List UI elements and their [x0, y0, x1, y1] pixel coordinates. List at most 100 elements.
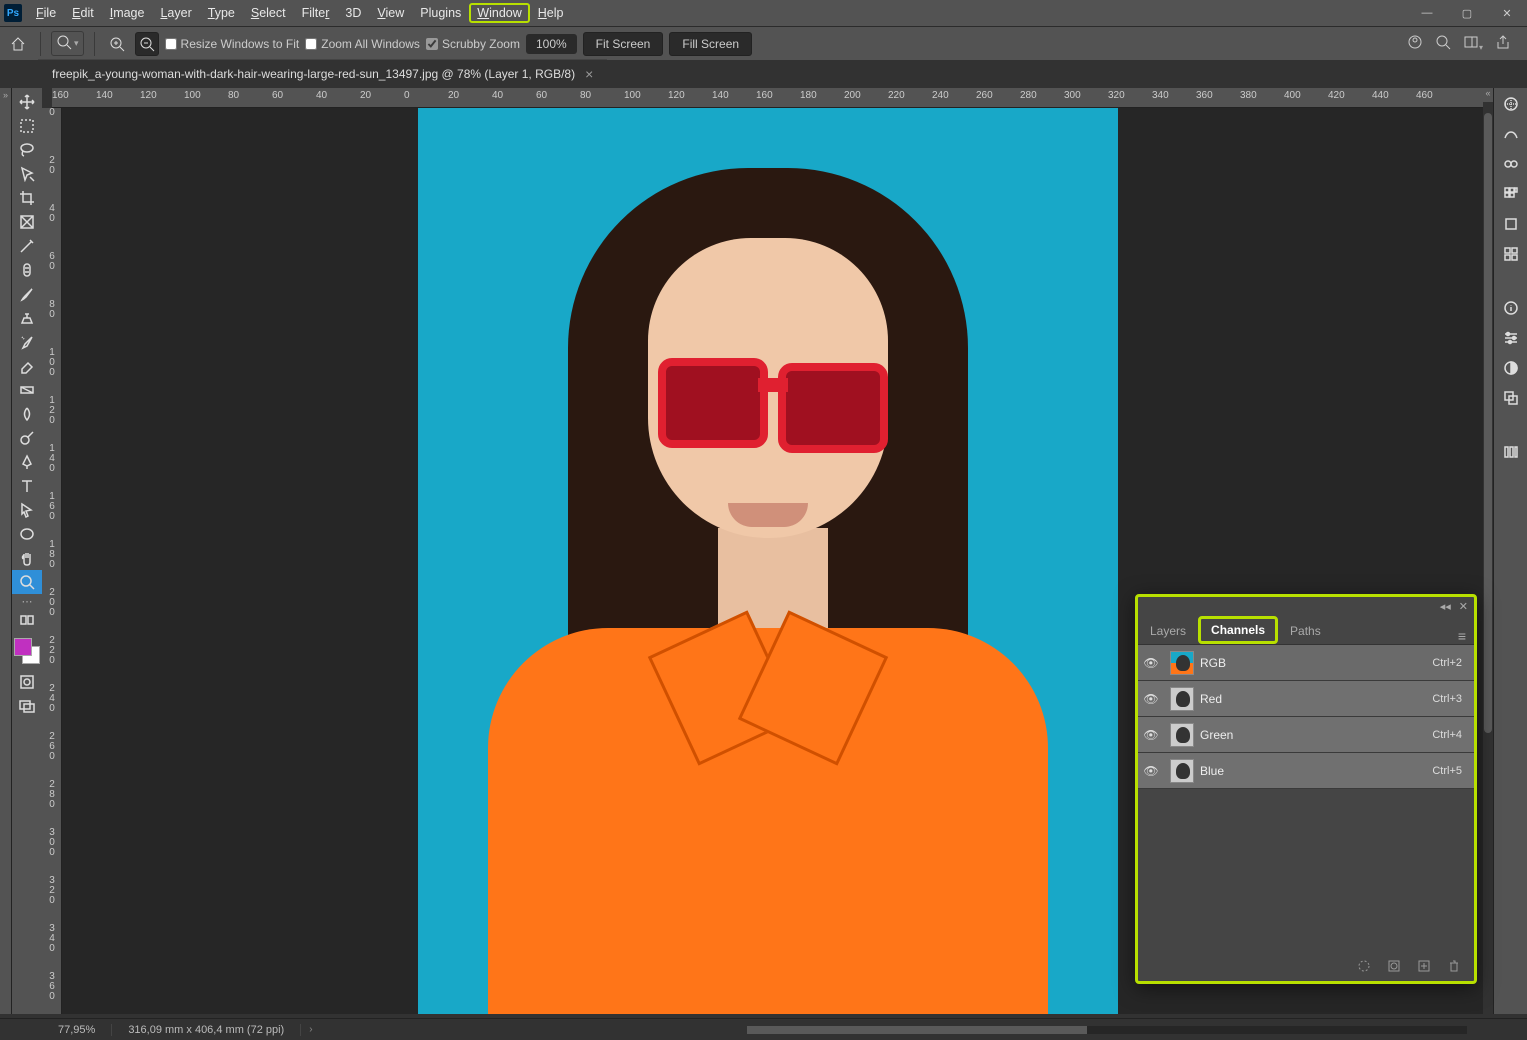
fill-screen-button[interactable]: Fill Screen [669, 32, 752, 56]
panel-menu-icon[interactable]: ≡ [1458, 628, 1474, 644]
menu-view[interactable]: View [369, 3, 412, 23]
clone-stamp-tool[interactable] [12, 306, 42, 330]
tab-layers[interactable]: Layers [1138, 618, 1198, 644]
new-channel-icon[interactable] [1416, 958, 1432, 977]
adjustments-panel-icon[interactable] [1500, 214, 1522, 234]
ruler-tick: 400 [1284, 90, 1301, 101]
visibility-icon[interactable]: 👁 [1138, 728, 1164, 742]
lasso-tool[interactable] [12, 138, 42, 162]
channel-row-red[interactable]: 👁RedCtrl+3 [1138, 681, 1474, 717]
foreground-color[interactable] [14, 638, 32, 656]
minimize-button[interactable]: — [1407, 0, 1447, 26]
channel-name: Blue [1200, 764, 1432, 778]
color-panel-icon[interactable] [1500, 94, 1522, 114]
marquee-tool[interactable] [12, 114, 42, 138]
tab-paths[interactable]: Paths [1278, 618, 1333, 644]
menu-file[interactable]: File [28, 3, 64, 23]
more-tools[interactable]: ⋯ [12, 594, 42, 608]
tool-preset-picker[interactable]: ▾ [51, 31, 84, 56]
scrubby-zoom-checkbox[interactable]: Scrubby Zoom [426, 37, 520, 51]
channel-row-green[interactable]: 👁GreenCtrl+4 [1138, 717, 1474, 753]
ruler-tick: 240 [932, 90, 949, 101]
pen-tool[interactable] [12, 450, 42, 474]
swatches-panel-icon[interactable] [1500, 124, 1522, 144]
status-doc-info[interactable]: 316,09 mm x 406,4 mm (72 ppi) [112, 1024, 301, 1036]
edit-toolbar[interactable] [12, 608, 42, 632]
path-select-tool[interactable] [12, 498, 42, 522]
healing-brush-tool[interactable] [12, 258, 42, 282]
workspace-switcher-icon[interactable]: ▾ [1463, 34, 1483, 53]
menu-edit[interactable]: Edit [64, 3, 102, 23]
menu-filter[interactable]: Filter [294, 3, 338, 23]
search-icon[interactable] [1435, 34, 1451, 53]
resize-windows-checkbox[interactable]: Resize Windows to Fit [165, 37, 300, 51]
maximize-button[interactable]: ▢ [1447, 0, 1487, 26]
type-tool[interactable] [12, 474, 42, 498]
eraser-tool[interactable] [12, 354, 42, 378]
home-button[interactable] [6, 32, 30, 56]
cloud-docs-icon[interactable] [1407, 34, 1423, 53]
right-expand-handle[interactable]: « [1483, 88, 1493, 102]
visibility-icon[interactable]: 👁 [1138, 764, 1164, 778]
gradient-tool[interactable] [12, 378, 42, 402]
left-expand-handle[interactable]: » [0, 88, 12, 1014]
menu-plugins[interactable]: Plugins [412, 3, 469, 23]
layers-panel-icon[interactable] [1500, 358, 1522, 378]
gradients-panel-icon[interactable] [1500, 154, 1522, 174]
quick-select-tool[interactable] [12, 162, 42, 186]
menu-type[interactable]: Type [200, 3, 243, 23]
menu-layer[interactable]: Layer [152, 3, 199, 23]
shape-tool[interactable] [12, 522, 42, 546]
document-tab[interactable]: freepik_a-young-woman-with-dark-hair-wea… [38, 59, 607, 88]
blur-tool[interactable] [12, 402, 42, 426]
document-tab-bar: freepik_a-young-woman-with-dark-hair-wea… [0, 60, 1527, 88]
menu-select[interactable]: Select [243, 3, 294, 23]
hand-tool[interactable] [12, 546, 42, 570]
brush-tool[interactable] [12, 282, 42, 306]
visibility-icon[interactable]: 👁 [1138, 692, 1164, 706]
load-selection-icon[interactable] [1356, 958, 1372, 977]
status-chevron-icon[interactable]: › [301, 1024, 312, 1035]
zoom-out-button[interactable] [135, 32, 159, 56]
dodge-tool[interactable] [12, 426, 42, 450]
ruler-tick: 0 [45, 108, 59, 118]
quick-mask-tool[interactable] [12, 670, 42, 694]
zoom-all-checkbox[interactable]: Zoom All Windows [305, 37, 420, 51]
channel-mixer-icon[interactable] [1500, 442, 1522, 462]
vertical-scrollbar[interactable] [1483, 108, 1493, 1014]
zoom-in-button[interactable] [105, 32, 129, 56]
channel-row-rgb[interactable]: 👁RGBCtrl+2 [1138, 645, 1474, 681]
zoom-100-button[interactable]: 100% [526, 34, 577, 54]
styles-panel-icon[interactable] [1500, 244, 1522, 264]
channel-row-blue[interactable]: 👁BlueCtrl+5 [1138, 753, 1474, 789]
zoom-tool[interactable] [12, 570, 42, 594]
visibility-icon[interactable]: 👁 [1138, 656, 1164, 670]
menu-help[interactable]: Help [530, 3, 572, 23]
frame-tool[interactable] [12, 210, 42, 234]
close-button[interactable]: ✕ [1487, 0, 1527, 26]
menu-image[interactable]: Image [102, 3, 153, 23]
color-swatches[interactable] [12, 636, 42, 666]
crop-tool[interactable] [12, 186, 42, 210]
save-selection-icon[interactable] [1386, 958, 1402, 977]
fit-screen-button[interactable]: Fit Screen [583, 32, 664, 56]
delete-channel-icon[interactable] [1446, 958, 1462, 977]
properties-panel-icon[interactable] [1500, 328, 1522, 348]
menu-3d[interactable]: 3D [337, 3, 369, 23]
status-zoom[interactable]: 77,95% [42, 1024, 112, 1036]
horizontal-ruler[interactable]: 1601401201008060402002040608010012014016… [52, 88, 1483, 108]
info-panel-icon[interactable] [1500, 298, 1522, 318]
screen-mode-tool[interactable] [12, 694, 42, 718]
panel-close-icon[interactable]: ✕ [1459, 600, 1468, 613]
libraries-panel-icon[interactable] [1500, 388, 1522, 408]
tab-channels[interactable]: Channels [1198, 616, 1278, 644]
menu-window[interactable]: Window [469, 3, 529, 23]
horizontal-scrollbar[interactable] [747, 1026, 1467, 1034]
move-tool[interactable] [12, 90, 42, 114]
tab-close-icon[interactable]: × [585, 66, 593, 82]
vertical-ruler[interactable]: 0204060801001201401601802002202402602803… [42, 108, 62, 1014]
history-brush-tool[interactable] [12, 330, 42, 354]
patterns-panel-icon[interactable] [1500, 184, 1522, 204]
share-icon[interactable] [1495, 34, 1511, 53]
eyedropper-tool[interactable] [12, 234, 42, 258]
